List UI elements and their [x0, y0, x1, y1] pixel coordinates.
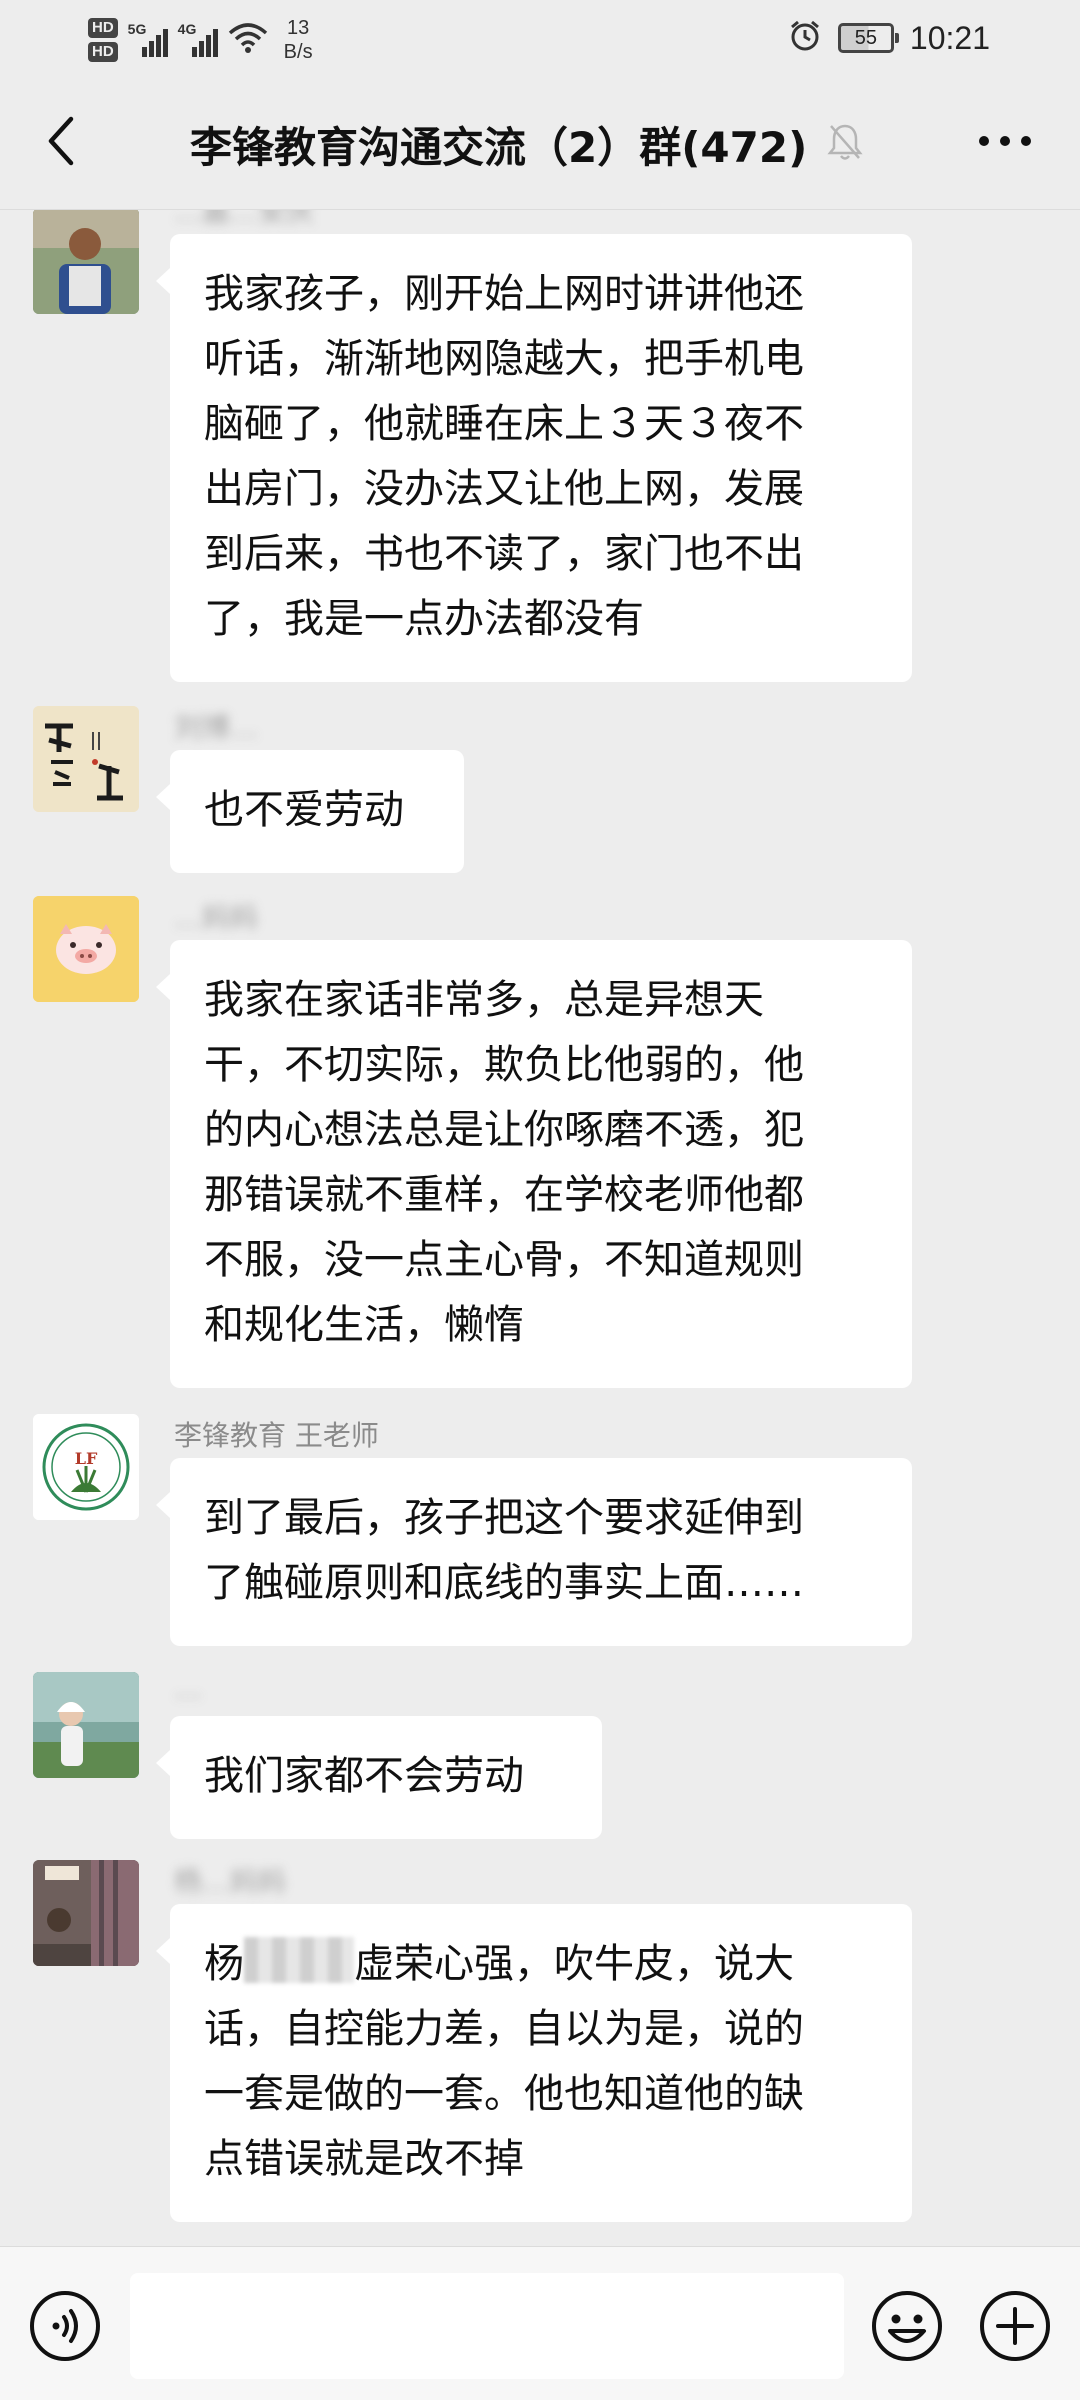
message-text-line: 我家在家话非常多，总是异想天 [204, 977, 764, 1023]
message-text-line: 不服，没一点主心骨，不知道规则 [204, 1237, 804, 1283]
sender-name: … [174, 1672, 202, 1705]
avatar[interactable] [33, 896, 139, 1002]
message-text-line: 了触碰原则和底线的事实上面…… [204, 1560, 804, 1606]
avatar[interactable] [33, 706, 139, 812]
clock: 10:21 [909, 19, 990, 56]
message-bubble[interactable]: 也不爱劳动 [156, 750, 464, 873]
message-text-line: 我家孩子，刚开始上网时讲讲他还 [204, 271, 804, 317]
logo-badge-text: LF [75, 1449, 98, 1468]
message-text-line: 也不爱劳动 [204, 787, 404, 833]
chat-message-list[interactable]: …嘉…安庆 我家孩子，刚开始上网时讲讲他还 听话，渐渐地网隐越大，把手机电 脑砸… [0, 210, 1080, 2246]
message-text-line: 点错误就是改不掉 [204, 2136, 524, 2182]
more-functions-button[interactable] [978, 2289, 1052, 2363]
hd-badge: HD [88, 42, 118, 62]
message-text-line: 听话，渐渐地网隐越大，把手机电 [204, 336, 804, 382]
message-bubble[interactable]: 到了最后，孩子把这个要求延伸到 了触碰原则和底线的事实上面…… [156, 1458, 912, 1646]
more-options-button[interactable] [970, 116, 1040, 166]
message-text-line: 杨虚荣心强，吹牛皮，说大 [204, 1932, 880, 1997]
avatar[interactable] [33, 210, 139, 314]
message-bubble[interactable]: 我们家都不会劳动 [156, 1716, 602, 1839]
message-text-line: 那错误就不重样，在学校老师他都 [204, 1172, 804, 1218]
back-button[interactable] [30, 106, 90, 176]
message-text-line: 到了最后，孩子把这个要求延伸到 [204, 1495, 804, 1541]
sender-name: 杨…妈妈 [174, 1865, 287, 1898]
status-bar: HD HD 5G 4G 13 B/s 55 10:21 [0, 0, 1080, 76]
sender-name: …嘉…安庆 [174, 210, 315, 228]
signal-4g-icon: 4G [178, 21, 218, 57]
message-input[interactable] [130, 2273, 844, 2379]
mute-bell-icon [827, 122, 863, 166]
voice-input-button[interactable] [28, 2289, 102, 2363]
message-text-line: 话，自控能力差，自以为是，说的 [204, 2006, 804, 2052]
message-text-line: 出房门，没办法又让他上网，发展 [204, 466, 804, 512]
input-bar [0, 2246, 1080, 2400]
avatar[interactable] [33, 1672, 139, 1778]
emoji-button[interactable] [870, 2289, 944, 2363]
chat-header: 李锋教育沟通交流（2）群(472) [0, 76, 1080, 210]
hd-badge: HD [88, 18, 118, 38]
mosaic-redaction [244, 1937, 354, 1983]
alarm-icon [788, 19, 822, 57]
message-bubble[interactable]: 我家在家话非常多，总是异想天 干，不切实际，欺负比他弱的，他 的内心想法总是让你… [156, 940, 912, 1388]
message-bubble[interactable]: 我家孩子，刚开始上网时讲讲他还 听话，渐渐地网隐越大，把手机电 脑砸了，他就睡在… [156, 234, 912, 682]
battery-icon: 55 [837, 23, 899, 53]
network-speed: 13 B/s [283, 17, 313, 63]
voice-icon [30, 2291, 100, 2361]
smiley-icon [872, 2291, 942, 2361]
avatar[interactable]: LF [33, 1414, 139, 1520]
sender-name: 李锋教育 王老师 [174, 1419, 379, 1452]
signal-5g-icon: 5G [128, 21, 168, 57]
message-text-line: 的内心想法总是让你啄磨不透，犯 [204, 1107, 804, 1153]
message-text-line: 脑砸了，他就睡在床上３天３夜不 [204, 401, 804, 447]
message-text-line: 我们家都不会劳动 [204, 1753, 524, 1799]
plus-icon [980, 2291, 1050, 2361]
wifi-icon [228, 23, 268, 57]
message-text-line: 了，我是一点办法都没有 [204, 596, 644, 642]
message-text-line: 和规化生活，懒惰 [204, 1302, 524, 1348]
message-text-line: 一套是做的一套。他也知道他的缺 [204, 2071, 804, 2117]
back-arrow-icon [48, 116, 74, 166]
sender-name: …妈妈 [174, 901, 259, 934]
avatar[interactable] [33, 1860, 139, 1966]
message-text-line: 到后来，书也不读了，家门也不出 [204, 531, 804, 577]
more-dots-icon [979, 136, 1031, 146]
message-bubble[interactable]: 杨虚荣心强，吹牛皮，说大 话，自控能力差，自以为是，说的 一套是做的一套。他也知… [156, 1904, 912, 2222]
sender-name: 刘博… [174, 711, 259, 744]
message-text-line: 干，不切实际，欺负比他弱的，他 [204, 1042, 804, 1088]
chat-title: 李锋教育沟通交流（2）群(472) [190, 122, 808, 172]
